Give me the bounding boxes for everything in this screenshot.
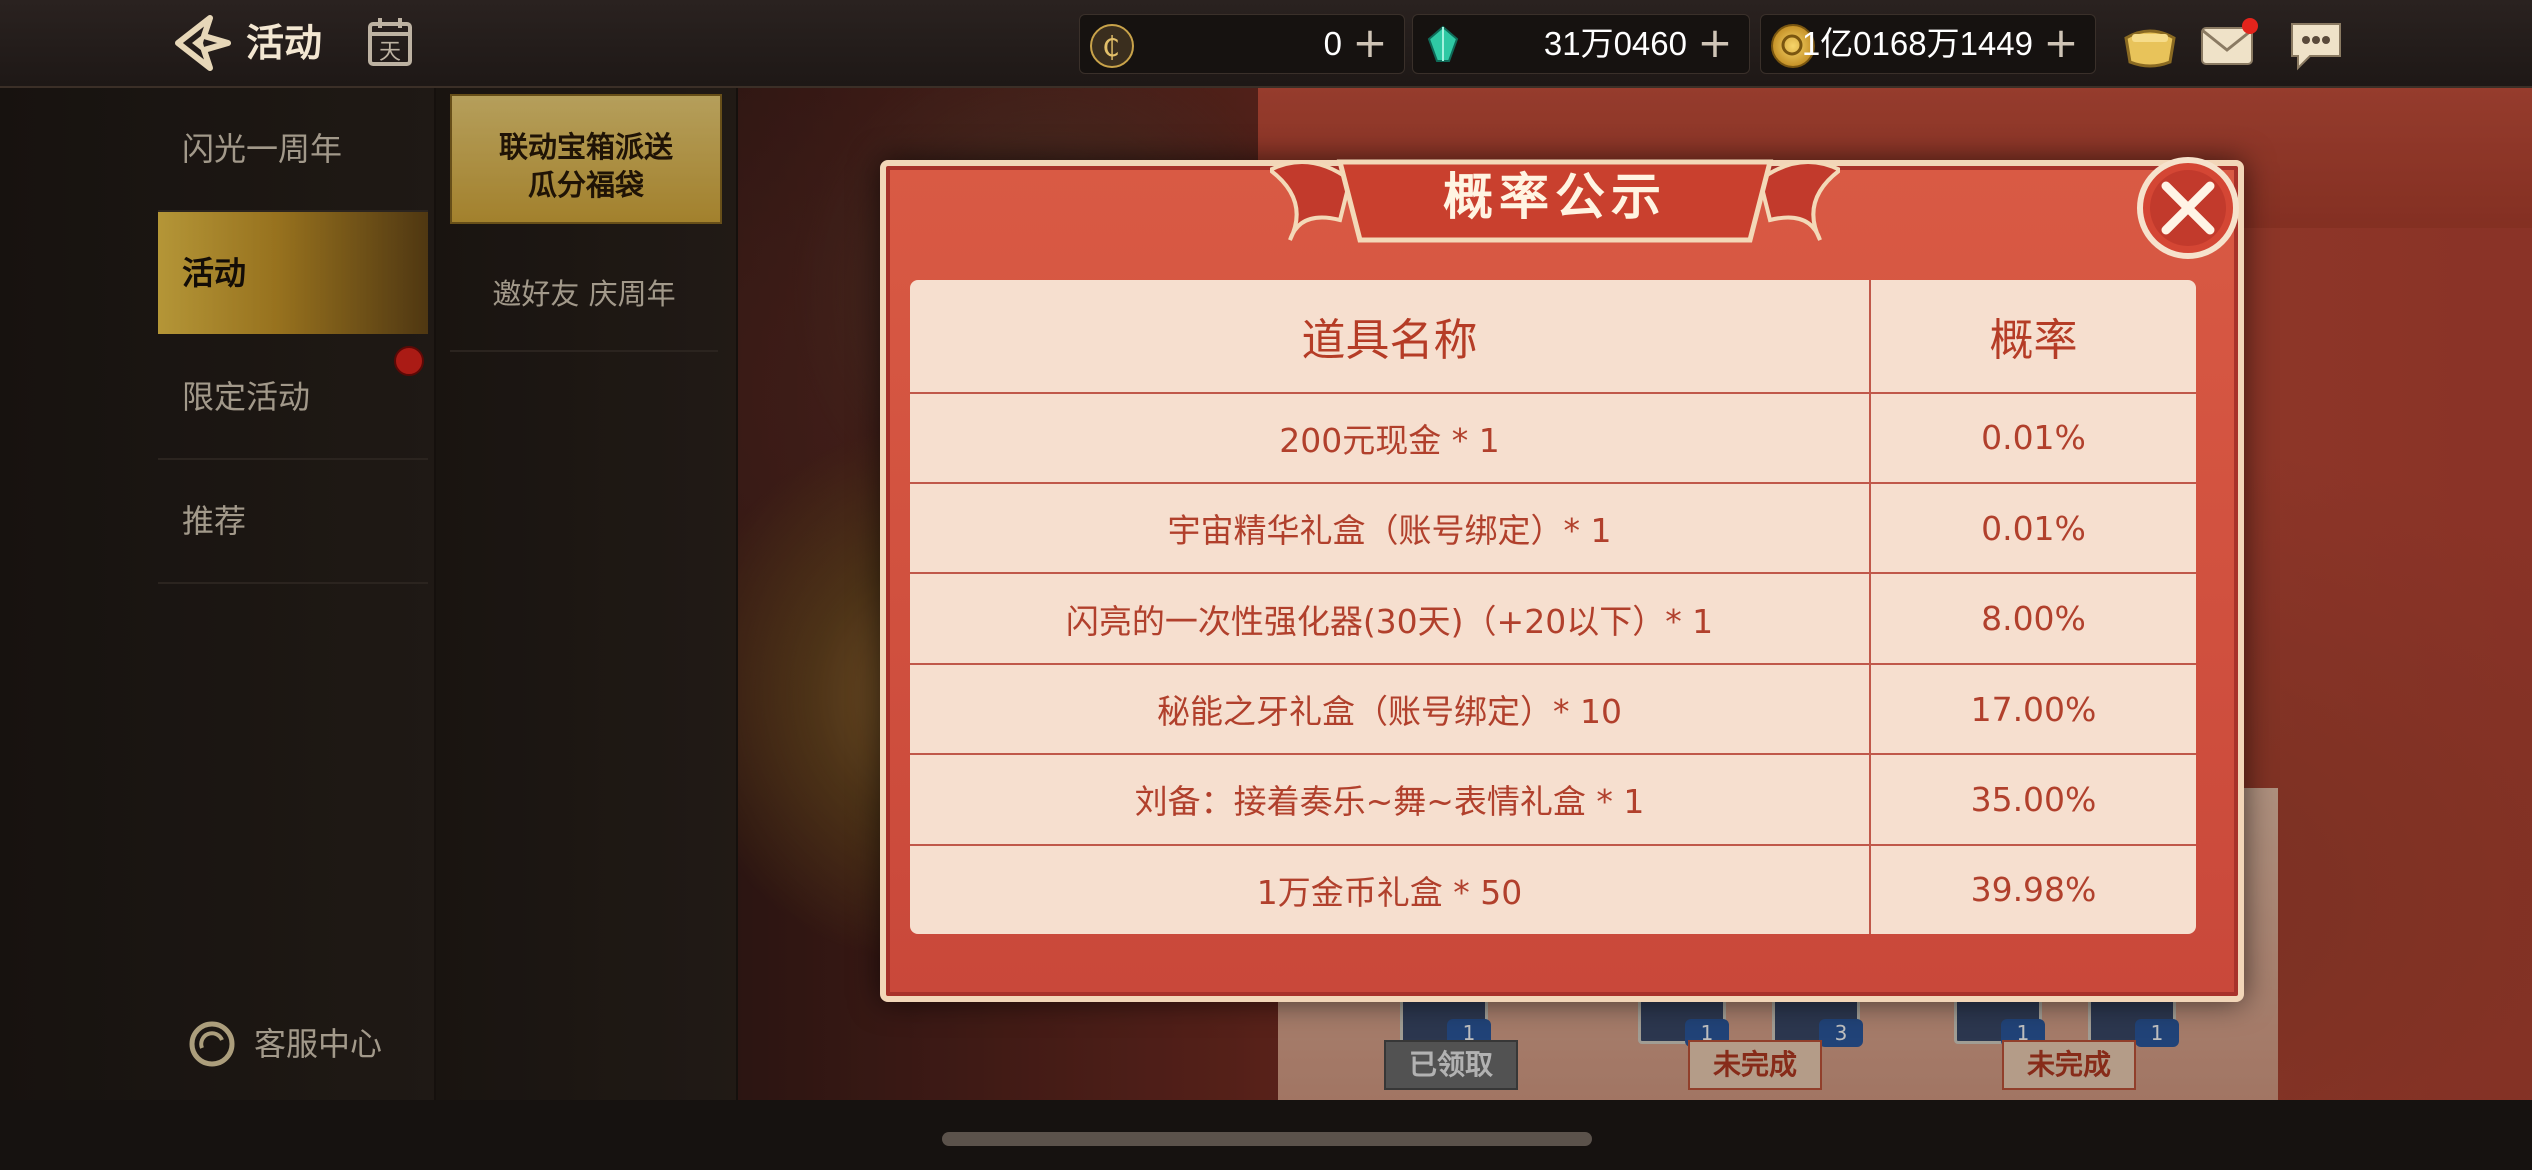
rate-cell: 8.00% bbox=[1870, 573, 2196, 665]
mail-icon[interactable] bbox=[2198, 16, 2258, 72]
column-header-item-name: 道具名称 bbox=[910, 280, 1871, 394]
gem-value: 31万0460 bbox=[1543, 25, 1687, 62]
probability-table-container: 道具名称 概率 200元现金 * 1 0.01% 宇宙精华礼盒（账号绑定）* 1… bbox=[910, 280, 2196, 934]
rate-cell: 17.00% bbox=[1870, 663, 2196, 756]
modal-title: 概率公示 bbox=[1443, 168, 1667, 226]
rate-cell: 0.01% bbox=[1870, 392, 2196, 485]
item-name-cell: 宇宙精华礼盒（账号绑定）* 1 bbox=[910, 483, 1871, 575]
page-title: 活动 bbox=[246, 21, 323, 65]
item-name-cell: 闪亮的一次性强化器(30天)（+20以下）* 1 bbox=[910, 573, 1871, 665]
chat-icon[interactable] bbox=[2286, 16, 2346, 72]
item-name-cell: 200元现金 * 1 bbox=[910, 392, 1871, 485]
currency-coupon: ₵ 0 + bbox=[1079, 14, 1405, 74]
table-row: 刘备：接着奏乐~舞~表情礼盒 * 1 35.00% bbox=[910, 754, 2196, 846]
add-gem-button[interactable]: + bbox=[1693, 21, 1737, 65]
add-coupon-button[interactable]: + bbox=[1348, 21, 1392, 65]
svg-text:₵: ₵ bbox=[1102, 30, 1120, 63]
modal-title-plate: 概率公示 bbox=[1270, 150, 1840, 244]
table-row: 1万金币礼盒 * 50 39.98% bbox=[910, 844, 2196, 934]
rate-cell: 0.01% bbox=[1870, 483, 2196, 575]
calendar-glyph: 天 bbox=[379, 40, 401, 65]
coupon-value: 0 bbox=[1323, 25, 1342, 62]
table-row: 宇宙精华礼盒（账号绑定）* 1 0.01% bbox=[910, 483, 2196, 575]
gem-icon bbox=[1423, 24, 1463, 64]
coupon-icon: ₵ bbox=[1090, 24, 1134, 68]
currency-gem: 31万0460 + bbox=[1412, 14, 1750, 74]
table-row: 200元现金 * 1 0.01% bbox=[910, 392, 2196, 485]
close-icon[interactable] bbox=[2136, 156, 2240, 260]
column-header-rate: 概率 bbox=[1870, 280, 2196, 394]
table-row: 秘能之牙礼盒（账号绑定）* 10 17.00% bbox=[910, 663, 2196, 756]
add-gold-button[interactable]: + bbox=[2039, 21, 2083, 65]
currency-gold: 1亿0168万1449 + bbox=[1760, 14, 2096, 74]
probability-table: 道具名称 概率 200元现金 * 1 0.01% 宇宙精华礼盒（账号绑定）* 1… bbox=[910, 280, 2196, 934]
rate-cell: 35.00% bbox=[1870, 754, 2196, 846]
shop-icon[interactable] bbox=[2120, 16, 2180, 72]
gold-value: 1亿0168万1449 bbox=[1801, 25, 2033, 62]
back-arrow-icon[interactable] bbox=[170, 12, 236, 74]
item-name-cell: 1万金币礼盒 * 50 bbox=[910, 844, 1871, 934]
calendar-icon[interactable]: 天 bbox=[366, 16, 414, 68]
table-row: 闪亮的一次性强化器(30天)（+20以下）* 1 8.00% bbox=[910, 573, 2196, 665]
item-name-cell: 秘能之牙礼盒（账号绑定）* 10 bbox=[910, 663, 1871, 756]
item-name-cell: 刘备：接着奏乐~舞~表情礼盒 * 1 bbox=[910, 754, 1871, 846]
table-header-row: 道具名称 概率 bbox=[910, 280, 2196, 394]
rate-cell: 39.98% bbox=[1970, 870, 2097, 910]
home-indicator[interactable] bbox=[942, 1132, 1592, 1146]
